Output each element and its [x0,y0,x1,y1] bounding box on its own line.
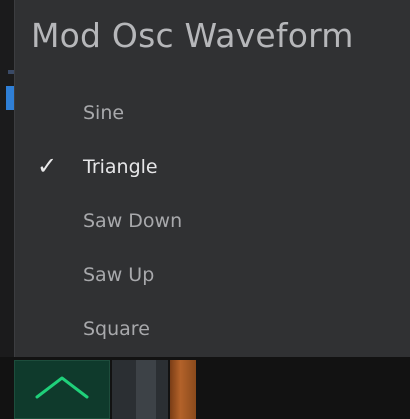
checkmark-icon: ✓ [37,152,58,180]
menu-item-label: Triangle [83,156,158,178]
menu-title: Mod Osc Waveform [31,16,354,55]
menu-item-triangle[interactable]: ✓ Triangle [15,140,410,194]
app-viewport: Mod Osc Waveform Sine ✓ Triangle Saw Dow… [0,0,410,419]
menu-item-label: Saw Up [83,264,155,286]
wood-panel [170,360,196,419]
menu-item-saw-up[interactable]: Saw Up [15,248,410,302]
menu-item-label: Saw Down [83,210,183,232]
menu-item-square[interactable]: Square [15,302,410,356]
slider-track[interactable] [112,360,168,419]
chevron-up-icon [35,376,89,399]
menu-item-label: Square [83,318,150,340]
blue-indicator [6,86,14,110]
menu-item-sine[interactable]: Sine [15,86,410,140]
menu-item-saw-down[interactable]: Saw Down [15,194,410,248]
waveform-menu: Mod Osc Waveform Sine ✓ Triangle Saw Dow… [14,0,410,357]
menu-item-label: Sine [83,102,125,124]
slider-inner [136,360,156,419]
up-button[interactable] [14,360,110,419]
